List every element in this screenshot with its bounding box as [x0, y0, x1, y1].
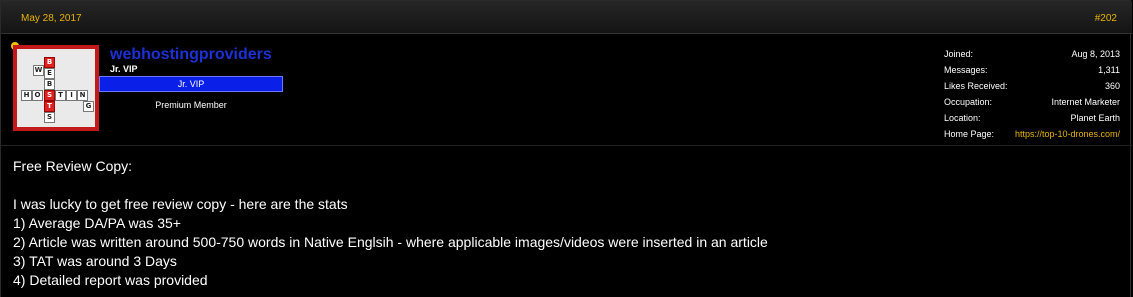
stat-value: Internet Marketer [1051, 97, 1120, 107]
avatar-tile: E [44, 68, 55, 79]
user-rank: Premium Member [155, 100, 227, 110]
post-header: May 28, 2017 #202 [1, 1, 1132, 34]
user-banner: Jr. VIP [99, 76, 283, 92]
stat-label: Home Page: [944, 129, 995, 139]
stat-homepage: Home Page: https://top-10-drones.com/ [944, 129, 1120, 145]
avatar[interactable]: W B E B S T H O T I N S G [13, 45, 99, 131]
avatar-tile: N [77, 90, 88, 101]
avatar-tile: S [44, 112, 55, 123]
post-line: 4) Detailed report was provided [13, 272, 208, 288]
avatar-tile: T [55, 90, 66, 101]
stat-value: Aug 8, 2013 [1071, 49, 1120, 59]
post-line: 3) TAT was around 3 Days [13, 253, 177, 269]
stat-label: Likes Received: [944, 81, 1008, 91]
user-title: Jr. VIP [110, 64, 138, 74]
avatar-tile: G [83, 101, 94, 112]
avatar-tile: S [44, 90, 55, 101]
avatar-tile: B [44, 79, 55, 90]
avatar-tile: T [44, 101, 55, 112]
avatar-tile: H [21, 90, 32, 101]
post-line: Free Review Copy: [13, 158, 133, 174]
stat-value: 360 [1104, 81, 1120, 91]
user-stats: Joined: Aug 8, 2013 Messages: 1,311 Like… [944, 49, 1120, 145]
stat-location: Location: Planet Earth [944, 113, 1120, 129]
post-date[interactable]: May 28, 2017 [21, 13, 82, 24]
stat-value[interactable]: 1,311 [1098, 65, 1120, 75]
post-line: 1) Average DA/PA was 35+ [13, 215, 181, 231]
stat-label: Location: [944, 113, 981, 123]
avatar-image: W B E B S T H O T I N S G [17, 49, 95, 127]
post-body: Free Review Copy: I was lucky to get fre… [13, 157, 1123, 290]
stat-label: Messages: [944, 65, 988, 75]
stat-value: Planet Earth [1070, 113, 1120, 123]
post-line: I was lucky to get free review copy - he… [13, 196, 348, 212]
post-line [13, 176, 1123, 195]
stat-messages: Messages: 1,311 [944, 65, 1120, 81]
post-permalink[interactable]: #202 [1095, 13, 1117, 24]
homepage-link[interactable]: https://top-10-drones.com/ [1015, 129, 1120, 139]
username-link[interactable]: webhostingproviders [110, 46, 272, 64]
avatar-tile: I [66, 90, 77, 101]
avatar-tile: W [33, 65, 44, 76]
avatar-tile: O [32, 90, 43, 101]
stat-label: Occupation: [944, 97, 993, 107]
avatar-tile: B [44, 57, 55, 68]
stat-likes: Likes Received: 360 [944, 81, 1120, 97]
forum-post: May 28, 2017 #202 W B E B S T H O T I N … [0, 0, 1132, 297]
stat-joined: Joined: Aug 8, 2013 [944, 49, 1120, 65]
post-line: 2) Article was written around 500-750 wo… [13, 234, 768, 250]
stat-label: Joined: [944, 49, 974, 59]
stat-occupation: Occupation: Internet Marketer [944, 97, 1120, 113]
